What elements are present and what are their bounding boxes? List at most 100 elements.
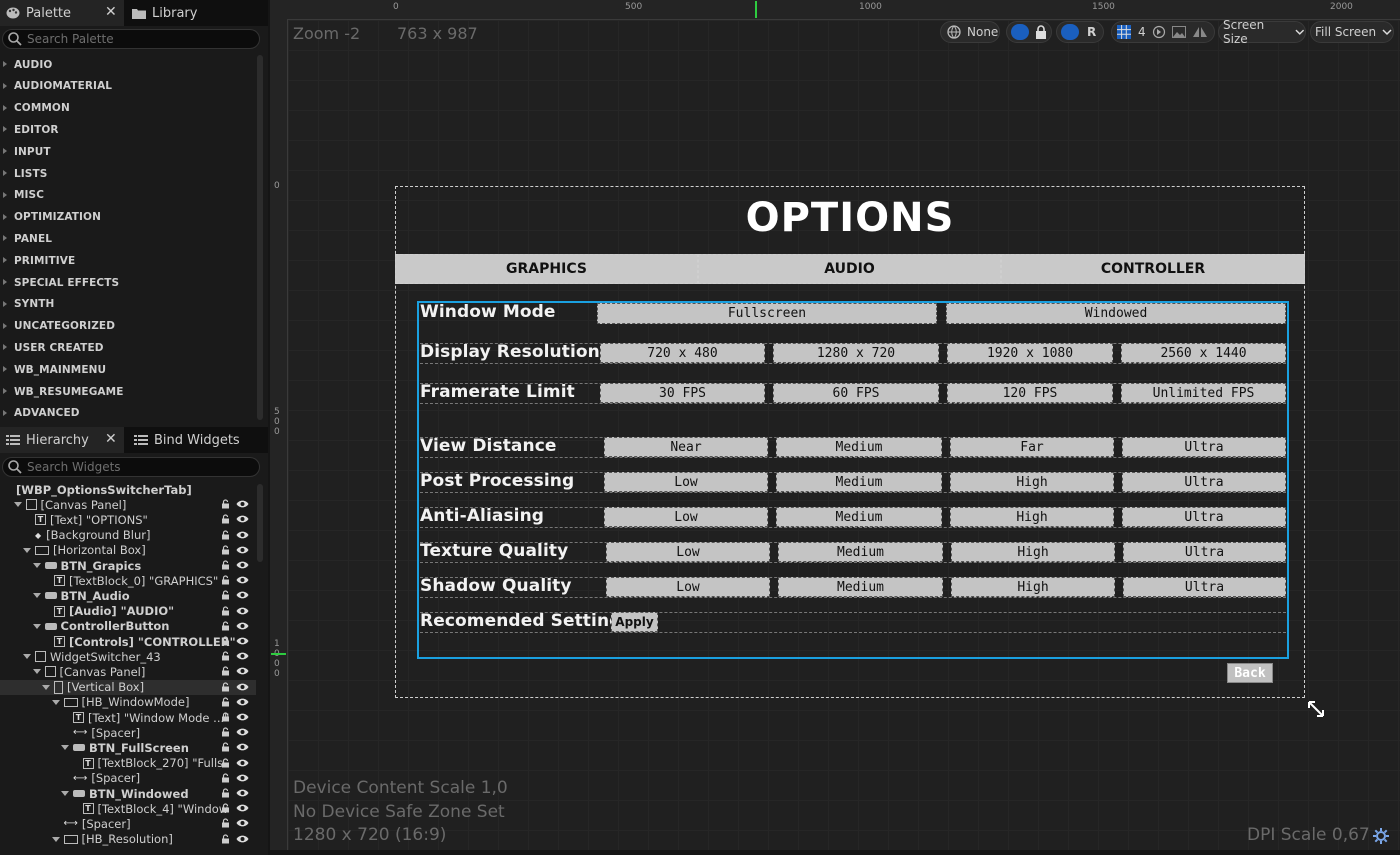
expand-arrow-icon[interactable] [32, 669, 41, 675]
palette-category-lists[interactable]: LISTS [0, 163, 256, 184]
setting-option-button[interactable]: High [951, 577, 1115, 597]
eye-icon[interactable] [236, 590, 249, 600]
setting-option-button[interactable]: Low [604, 507, 768, 527]
hierarchy-scrollbar[interactable] [257, 484, 263, 562]
setting-option-button[interactable]: Medium [776, 507, 942, 527]
palette-scrollbar[interactable] [257, 55, 263, 420]
windowed-button[interactable]: Windowed [946, 303, 1286, 324]
unlock-icon[interactable] [221, 788, 230, 798]
hierarchy-row[interactable]: T [Text] "Window Mode ..." [0, 710, 256, 725]
fullscreen-button[interactable]: Fullscreen [597, 303, 937, 324]
setting-option-button[interactable]: Ultra [1123, 577, 1286, 597]
palette-category-input[interactable]: INPUT [0, 141, 256, 162]
layout-toggle-group[interactable] [1006, 21, 1052, 43]
tab-library[interactable]: Library [126, 0, 266, 26]
setting-option-button[interactable]: Unlimited FPS [1121, 383, 1286, 403]
palette-category-uncategorized[interactable]: UNCATEGORIZED [0, 316, 256, 337]
setting-option-button[interactable]: 30 FPS [600, 383, 765, 403]
palette-category-misc[interactable]: MISC [0, 185, 256, 206]
setting-option-button[interactable]: Low [606, 577, 770, 597]
tab-bind-widgets[interactable]: Bind Widgets [128, 427, 266, 453]
expand-arrow-icon[interactable] [61, 791, 69, 796]
hierarchy-row[interactable]: [HB_Resolution] [0, 832, 256, 847]
setting-option-button[interactable]: 60 FPS [773, 383, 939, 403]
palette-category-primitive[interactable]: PRIMITIVE [0, 250, 256, 271]
eye-icon[interactable] [236, 788, 249, 798]
eye-icon[interactable] [236, 575, 249, 585]
palette-category-advanced[interactable]: ADVANCED [0, 403, 256, 424]
eye-icon[interactable] [236, 742, 249, 752]
eye-icon[interactable] [236, 621, 249, 631]
expand-arrow-icon[interactable] [51, 699, 60, 705]
tab-graphics[interactable]: GRAPHICS [395, 254, 698, 284]
setting-option-button[interactable]: High [950, 472, 1114, 492]
unlock-icon[interactable] [221, 499, 230, 509]
palette-category-optimization[interactable]: OPTIMIZATION [0, 207, 256, 228]
hierarchy-row[interactable]: BTN_Windowed [0, 786, 256, 801]
eye-icon[interactable] [236, 666, 249, 676]
image-icon[interactable] [1171, 26, 1186, 38]
palette-category-audiomaterial[interactable]: AUDIOMATERIAL [0, 76, 256, 97]
unlock-icon[interactable] [221, 803, 230, 813]
eye-icon[interactable] [236, 712, 249, 722]
grid-snap-group[interactable]: 4 [1111, 21, 1215, 43]
unlock-icon[interactable] [221, 636, 230, 646]
eye-icon[interactable] [236, 530, 249, 540]
setting-option-button[interactable]: High [951, 542, 1115, 562]
hierarchy-row[interactable]: ⟷ [Spacer] [0, 725, 256, 740]
hierarchy-row[interactable]: T [Text] "OPTIONS" [0, 512, 256, 527]
eye-icon[interactable] [236, 758, 249, 768]
hierarchy-row[interactable]: ⟷ [Spacer] [0, 816, 256, 831]
unlock-icon[interactable] [221, 712, 230, 722]
hierarchy-row[interactable]: BTN_Grapics [0, 558, 256, 573]
setting-option-button[interactable]: 720 x 480 [600, 343, 765, 363]
hierarchy-row[interactable]: WidgetSwitcher_43 [0, 649, 256, 664]
flip-icon[interactable] [1192, 26, 1208, 38]
eye-icon[interactable] [236, 651, 249, 661]
tab-audio[interactable]: AUDIO [698, 254, 1001, 284]
unlock-icon[interactable] [221, 758, 230, 768]
unlock-icon[interactable] [221, 651, 230, 661]
unlock-icon[interactable] [221, 682, 230, 692]
hierarchy-row[interactable]: T [TextBlock_270] "Fulls [0, 756, 256, 771]
setting-option-button[interactable]: 2560 x 1440 [1121, 343, 1286, 363]
unlock-icon[interactable] [221, 742, 230, 752]
setting-option-button[interactable]: Medium [778, 542, 943, 562]
hierarchy-row[interactable]: [Horizontal Box] [0, 543, 256, 558]
unlock-icon[interactable] [221, 514, 230, 524]
unlock-icon[interactable] [221, 606, 230, 616]
expand-arrow-icon[interactable] [23, 654, 31, 660]
palette-category-audio[interactable]: AUDIO [0, 54, 256, 75]
transform-icon[interactable] [1152, 25, 1166, 39]
hierarchy-row[interactable]: BTN_Audio [0, 588, 256, 603]
close-icon[interactable]: ✕ [105, 431, 117, 447]
expand-arrow-icon[interactable] [42, 684, 50, 690]
hierarchy-row[interactable]: T [TextBlock_0] "GRAPHICS" [0, 573, 256, 588]
eye-icon[interactable] [236, 606, 249, 616]
expand-arrow-icon[interactable] [13, 502, 22, 508]
eye-icon[interactable] [236, 727, 249, 737]
respect-locks-group[interactable]: R [1056, 21, 1104, 43]
unlock-icon[interactable] [221, 545, 230, 555]
expand-arrow-icon[interactable] [32, 593, 41, 599]
hierarchy-row[interactable]: T [Controls] "CONTROLLER" [0, 634, 256, 649]
close-icon[interactable]: ✕ [105, 4, 117, 20]
hierarchy-row[interactable]: [Vertical Box] [0, 679, 256, 695]
grid-icon[interactable] [1116, 24, 1132, 40]
setting-option-button[interactable]: 120 FPS [947, 383, 1113, 403]
palette-category-synth[interactable]: SYNTH [0, 294, 256, 315]
setting-option-button[interactable]: High [950, 507, 1114, 527]
eye-icon[interactable] [236, 697, 249, 707]
fill-screen-dropdown[interactable]: Fill Screen [1310, 21, 1394, 43]
hierarchy-search-input[interactable]: Search Widgets [2, 457, 260, 477]
unlock-icon[interactable] [221, 530, 230, 540]
expand-arrow-icon[interactable] [61, 745, 69, 751]
palette-category-user-created[interactable]: USER CREATED [0, 337, 256, 358]
unlock-icon[interactable] [221, 697, 230, 707]
setting-option-button[interactable]: Near [604, 437, 768, 457]
setting-option-button[interactable]: Ultra [1122, 472, 1286, 492]
setting-option-button[interactable]: 1920 x 1080 [947, 343, 1113, 363]
eye-icon[interactable] [236, 636, 249, 646]
hierarchy-row[interactable]: ⟷ [Spacer] [0, 771, 256, 786]
setting-option-button[interactable]: Ultra [1122, 507, 1286, 527]
